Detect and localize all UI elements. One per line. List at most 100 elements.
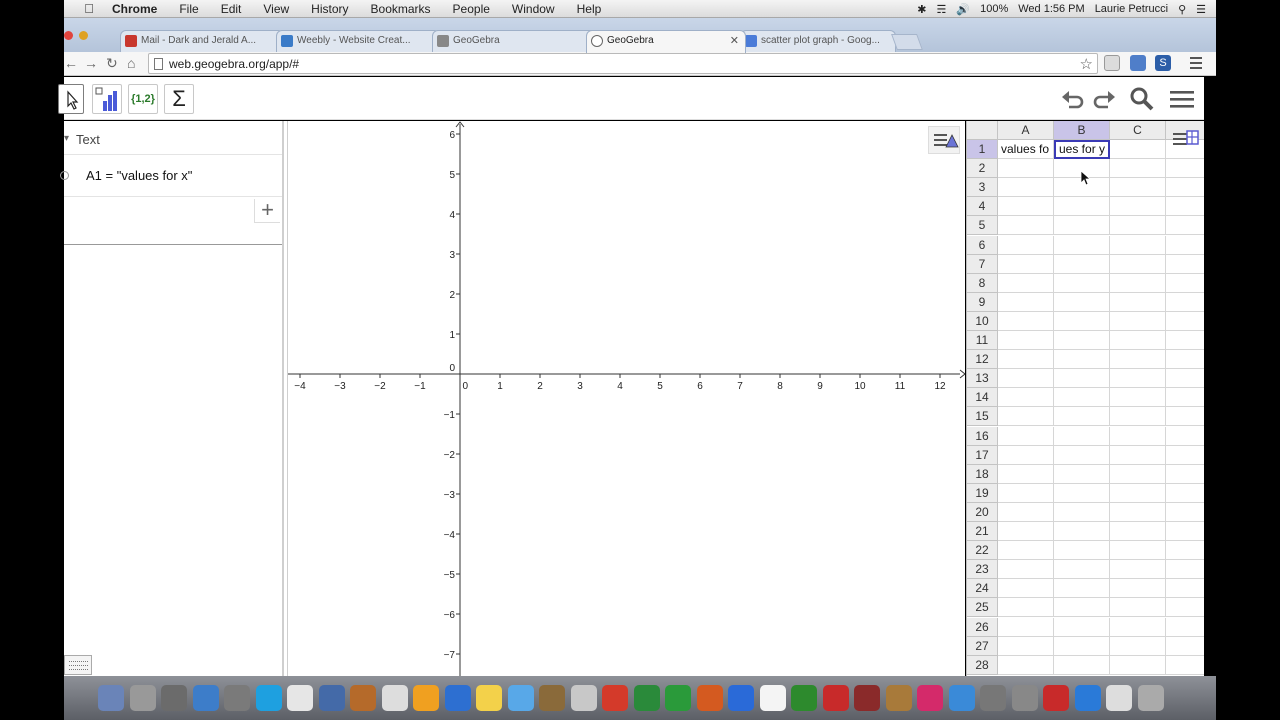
corner-header[interactable]: [967, 121, 998, 140]
row-header[interactable]: 4: [967, 197, 998, 217]
spreadsheet-cell[interactable]: [1166, 236, 1204, 255]
row-header[interactable]: 12: [967, 350, 998, 370]
sum-tool-button[interactable]: Σ: [164, 84, 194, 114]
row-header[interactable]: 7: [967, 254, 998, 274]
algebra-item[interactable]: A1 = "values for x": [60, 155, 282, 197]
spreadsheet-cell[interactable]: [1054, 254, 1110, 274]
spreadsheet-cell[interactable]: [1054, 331, 1110, 350]
volume-icon[interactable]: 🔊: [956, 3, 970, 16]
spreadsheet-cell[interactable]: [1054, 636, 1110, 656]
spreadsheet-cell[interactable]: [1166, 331, 1204, 350]
extension-icon[interactable]: [1130, 55, 1146, 71]
spreadsheet-cell[interactable]: [1110, 292, 1166, 312]
one-var-analysis-tool-button[interactable]: [92, 84, 122, 114]
spreadsheet-cell[interactable]: [1110, 541, 1166, 561]
spreadsheet-cell[interactable]: [998, 655, 1054, 675]
spreadsheet-cell[interactable]: [1110, 598, 1166, 618]
menu-people[interactable]: People: [453, 2, 490, 16]
search-icon[interactable]: [1128, 85, 1156, 113]
dock-app-icon[interactable]: [948, 685, 975, 711]
spreadsheet-cell[interactable]: [1110, 464, 1166, 484]
move-tool-button[interactable]: [58, 84, 84, 114]
spreadsheet-cell[interactable]: [1054, 560, 1110, 580]
spreadsheet-cell[interactable]: [998, 331, 1054, 350]
spreadsheet-cell[interactable]: [998, 598, 1054, 618]
close-window-icon[interactable]: [64, 31, 73, 40]
menu-window[interactable]: Window: [512, 2, 555, 16]
dock-app-icon[interactable]: [822, 685, 849, 711]
spreadsheet-cell[interactable]: [1054, 273, 1110, 293]
spreadsheet-cell[interactable]: [1054, 655, 1110, 675]
dock-app-icon[interactable]: [507, 685, 534, 711]
spreadsheet-cell[interactable]: [1166, 503, 1204, 522]
spreadsheet-cell[interactable]: [1166, 369, 1204, 389]
algebra-input-field[interactable]: +: [64, 197, 282, 245]
spreadsheet-cell[interactable]: [998, 369, 1054, 389]
algebra-category-header[interactable]: ▾ Text: [64, 121, 282, 155]
dock-app-icon[interactable]: [255, 685, 282, 711]
spreadsheet-cell[interactable]: [998, 579, 1054, 599]
menu-bookmarks[interactable]: Bookmarks: [371, 2, 431, 16]
menu-help[interactable]: Help: [577, 2, 602, 16]
minimize-window-icon[interactable]: [79, 31, 88, 40]
spreadsheet-cell[interactable]: [1054, 407, 1110, 427]
spreadsheet-cell[interactable]: [998, 273, 1054, 293]
create-list-tool-button[interactable]: {1,2}: [128, 84, 158, 114]
spreadsheet-cell[interactable]: [1110, 388, 1166, 408]
row-header[interactable]: 15: [967, 407, 998, 427]
spreadsheet-cell[interactable]: [1110, 350, 1166, 370]
spreadsheet-cell[interactable]: [1166, 407, 1204, 427]
spreadsheet-cell[interactable]: [1166, 216, 1204, 236]
spreadsheet-cell[interactable]: [1054, 598, 1110, 618]
spreadsheet-cell[interactable]: [1054, 522, 1110, 541]
dock-app-icon[interactable]: [539, 685, 565, 711]
dock-app-icon[interactable]: [759, 685, 786, 711]
browser-tab-active[interactable]: GeoGebra ✕: [586, 30, 746, 53]
spreadsheet-cell[interactable]: [998, 388, 1054, 408]
spreadsheet-cell[interactable]: [1110, 178, 1166, 198]
clock[interactable]: Wed 1:56 PM: [1018, 3, 1084, 15]
dock-app-icon[interactable]: [413, 685, 439, 711]
spreadsheet-cell[interactable]: [998, 464, 1054, 484]
spreadsheet-cell[interactable]: [1166, 560, 1204, 580]
dock-app-icon[interactable]: [224, 685, 250, 711]
row-header[interactable]: 6: [967, 235, 998, 255]
spreadsheet-cell[interactable]: [1166, 522, 1204, 541]
spreadsheet-cell[interactable]: [1110, 216, 1166, 236]
menu-view[interactable]: View: [263, 2, 289, 16]
spreadsheet-cell[interactable]: [1110, 140, 1166, 159]
dock-app-icon[interactable]: [1106, 685, 1132, 711]
wifi-icon[interactable]: ☴: [937, 3, 947, 16]
user-name[interactable]: Laurie Petrucci: [1095, 3, 1168, 15]
cast-icon[interactable]: [1104, 55, 1120, 71]
dock-app-icon[interactable]: [192, 685, 219, 711]
row-header[interactable]: 5: [967, 216, 998, 236]
spreadsheet-cell[interactable]: [1166, 274, 1204, 293]
spreadsheet-cell[interactable]: values fo: [998, 140, 1054, 159]
menu-edit[interactable]: Edit: [221, 2, 242, 16]
dock-app-icon[interactable]: [161, 685, 187, 711]
spreadsheet-cell[interactable]: [1166, 293, 1204, 312]
spreadsheet-cell[interactable]: [998, 159, 1054, 179]
row-header[interactable]: 26: [967, 617, 998, 637]
dock-app-icon[interactable]: [602, 685, 628, 711]
spreadsheet-cell[interactable]: [1110, 254, 1166, 274]
battery-percent[interactable]: 100%: [980, 3, 1008, 15]
spreadsheet-cell[interactable]: [998, 197, 1054, 217]
row-header[interactable]: 13: [967, 369, 998, 389]
row-header[interactable]: 17: [967, 445, 998, 465]
spreadsheet-cell[interactable]: [1054, 311, 1110, 331]
spreadsheet-cell[interactable]: [1110, 483, 1166, 503]
spreadsheet-cell[interactable]: [1110, 311, 1166, 331]
skype-extension-icon[interactable]: S: [1155, 55, 1171, 71]
undo-icon[interactable]: [1059, 85, 1087, 113]
dock-app-icon[interactable]: [318, 685, 345, 711]
spreadsheet-cell[interactable]: [1054, 579, 1110, 599]
spreadsheet-cell[interactable]: [1110, 636, 1166, 656]
dock-app-icon[interactable]: [728, 685, 754, 711]
spreadsheet-cell[interactable]: [998, 235, 1054, 255]
spreadsheet-cell[interactable]: [1110, 445, 1166, 465]
row-header[interactable]: 18: [967, 464, 998, 484]
row-header[interactable]: 2: [967, 159, 998, 179]
dock-app-icon[interactable]: [633, 685, 660, 711]
